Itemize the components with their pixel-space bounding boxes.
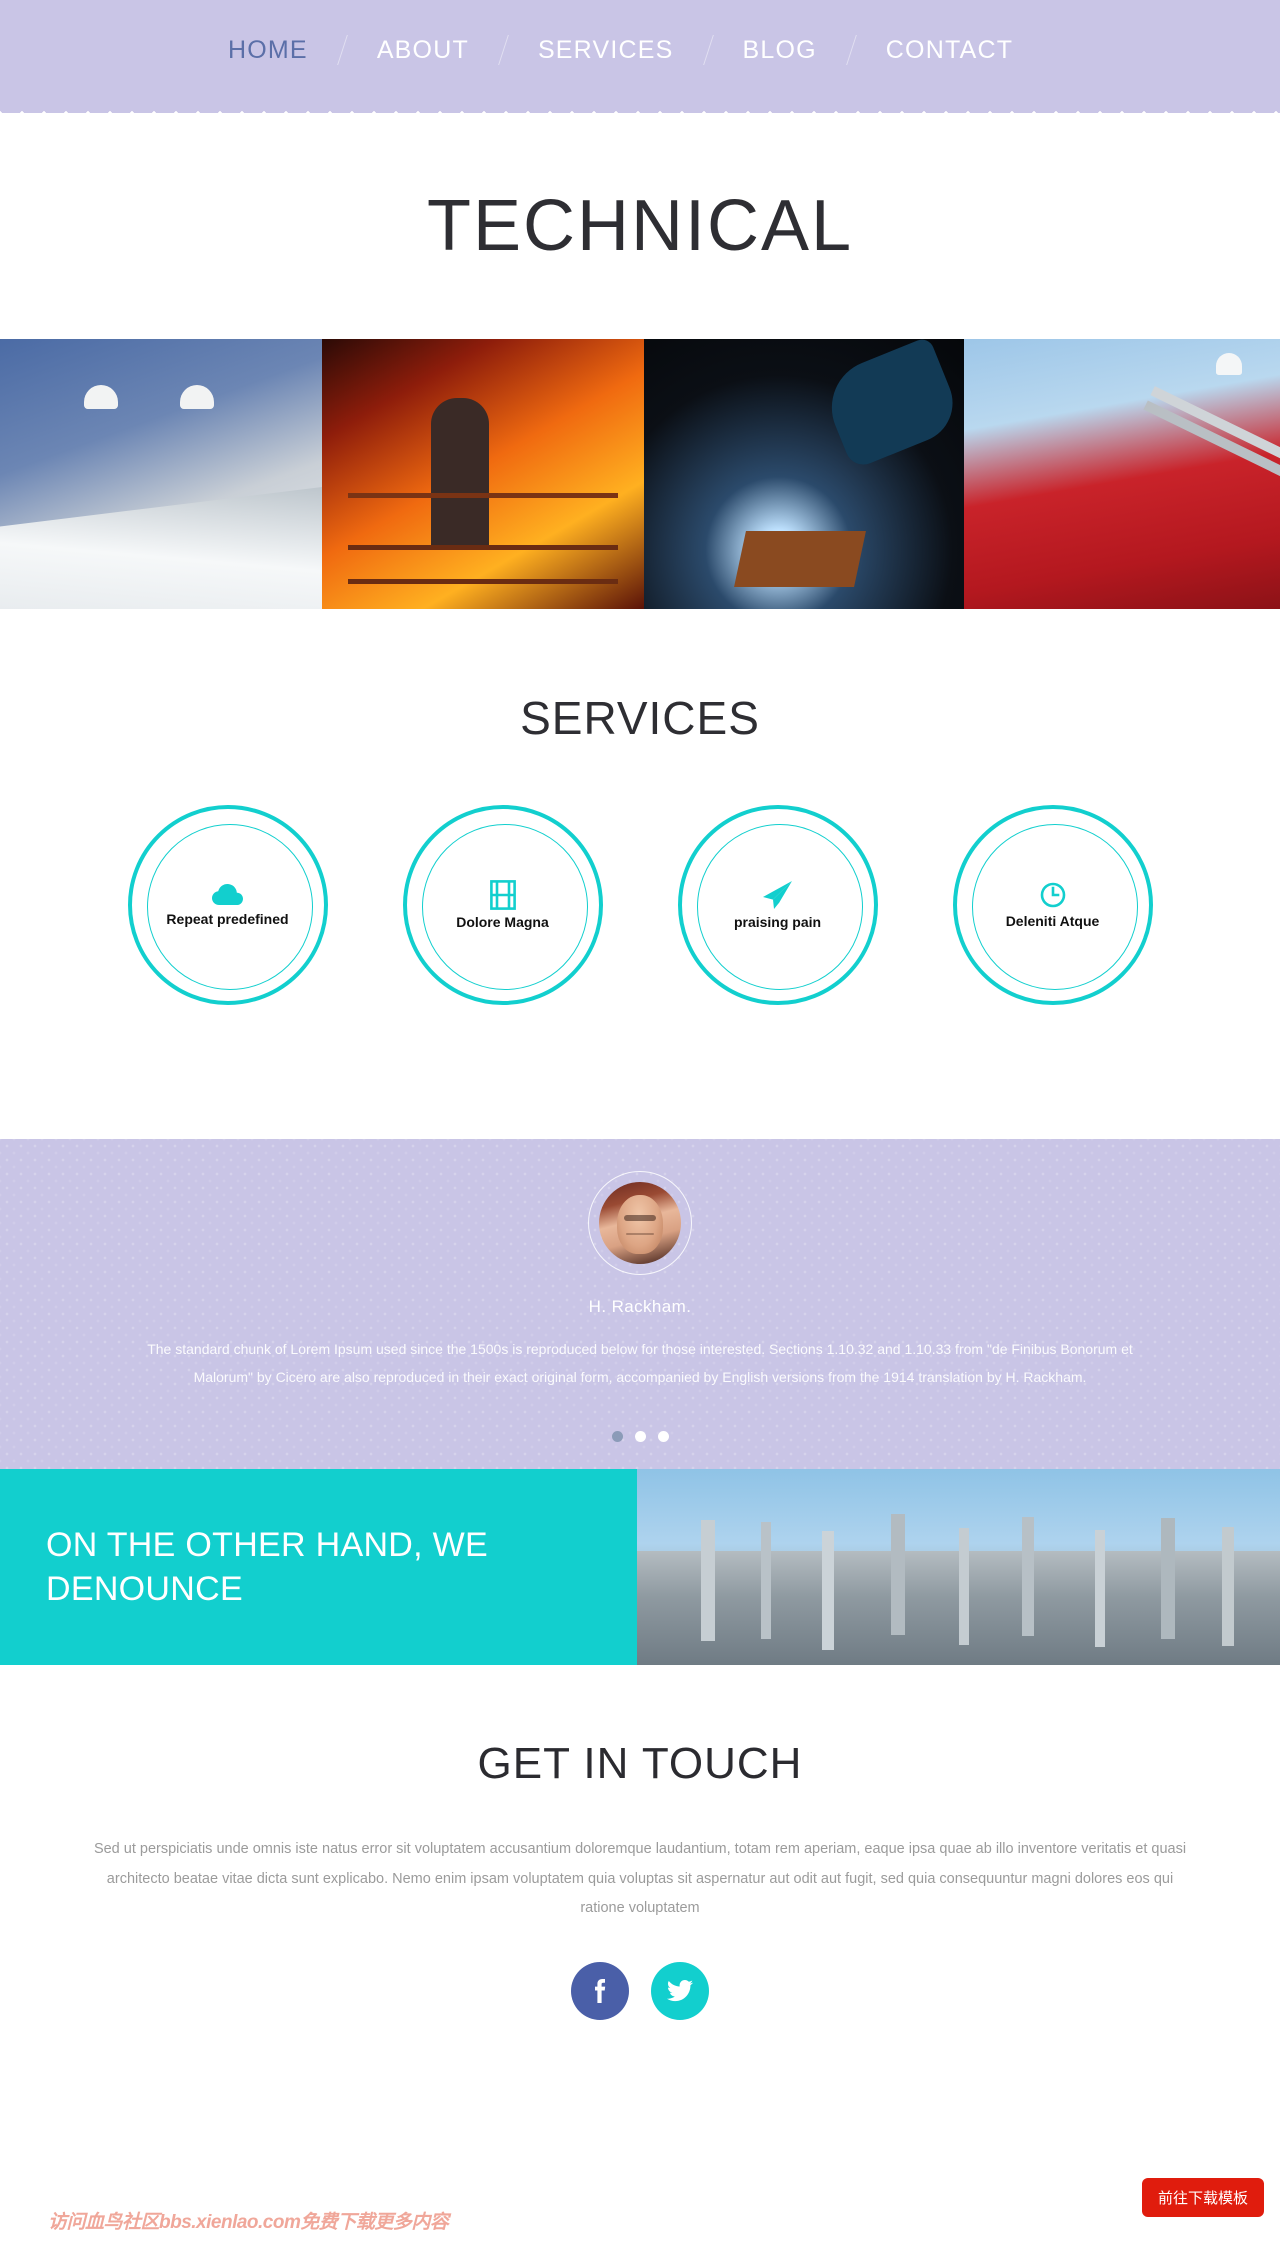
twitter-icon [667, 1980, 693, 2002]
paper-plane-icon [761, 880, 795, 910]
gallery-image-3[interactable] [644, 339, 964, 609]
gallery-image-1[interactable] [0, 339, 322, 609]
carousel-dot-2[interactable] [634, 1431, 646, 1442]
nav-separator [702, 35, 714, 65]
site-header: HOME ABOUT SERVICES BLOG CONTACT [0, 0, 1280, 114]
nav-item-about[interactable]: ABOUT [377, 36, 469, 65]
services-list: Repeat predefined Dolore Magna praising … [0, 805, 1280, 1005]
services-title: SERVICES [520, 692, 760, 744]
carousel-dot-3[interactable] [657, 1431, 669, 1442]
avatar [599, 1182, 681, 1264]
callout-image-panel [637, 1469, 1280, 1665]
cloud-icon [211, 883, 245, 907]
twitter-link[interactable] [651, 1962, 709, 2021]
nav-item-home[interactable]: HOME [228, 36, 308, 65]
contact-title: GET IN TOUCH [477, 1739, 803, 1788]
facebook-icon [594, 1978, 606, 2004]
service-label-2: Dolore Magna [456, 914, 549, 930]
nav-separator [498, 35, 509, 65]
clock-icon [1039, 881, 1067, 909]
testimonial-author: H. Rackham. [588, 1297, 692, 1316]
service-card-4[interactable]: Deleniti Atque [952, 805, 1153, 1005]
facebook-link[interactable] [571, 1962, 629, 2021]
testimonial-section: H. Rackham. The standard chunk of Lorem … [0, 1139, 1280, 1469]
service-label-1: Repeat predefined [166, 911, 289, 927]
service-card-2[interactable]: Dolore Magna [402, 805, 603, 1005]
service-card-3[interactable]: praising pain [677, 805, 878, 1005]
callout-section: ON THE OTHER HAND, WE DENOUNCE [0, 1469, 1280, 1665]
contact-section: GET IN TOUCH Sed ut perspiciatis unde om… [0, 1665, 1280, 2021]
service-label-4: Deleniti Atque [1005, 913, 1100, 929]
avatar-ring [588, 1171, 692, 1275]
nav-item-contact[interactable]: CONTACT [886, 36, 1013, 65]
image-gallery [0, 339, 1280, 609]
film-strip-icon [489, 880, 516, 910]
gallery-image-4[interactable] [964, 339, 1280, 609]
download-template-button[interactable]: 前往下载模板 [1141, 2178, 1264, 2217]
contact-text: Sed ut perspiciatis unde omnis iste natu… [93, 1841, 1187, 1917]
carousel-pagination [0, 1431, 1280, 1442]
service-label-3: praising pain [733, 914, 822, 930]
carousel-dot-1[interactable] [611, 1431, 623, 1442]
main-navigation: HOME ABOUT SERVICES BLOG CONTACT [0, 0, 1280, 100]
callout-heading: ON THE OTHER HAND, WE DENOUNCE [46, 1525, 489, 1608]
callout-text-panel: ON THE OTHER HAND, WE DENOUNCE [0, 1469, 637, 1665]
services-section: SERVICES Repeat predefined Dolore Magna … [0, 609, 1280, 1139]
testimonial-quote: The standard chunk of Lorem Ipsum used s… [147, 1341, 1133, 1385]
social-links [0, 1962, 1280, 2021]
gallery-image-2[interactable] [322, 339, 644, 609]
hero-title-band: TECHNICAL [0, 113, 1280, 339]
site-watermark: 访问血鸟社区bbs.xienlao.com免费下载更多内容 [48, 2212, 449, 2233]
nav-item-services[interactable]: SERVICES [538, 36, 674, 65]
zigzag-divider [0, 100, 1280, 114]
nav-separator [336, 35, 348, 65]
service-inner-ring [146, 824, 313, 990]
nav-separator [845, 35, 857, 65]
nav-item-blog[interactable]: BLOG [743, 36, 817, 65]
service-card-1[interactable]: Repeat predefined [127, 805, 328, 1005]
page-title: TECHNICAL [426, 186, 854, 266]
